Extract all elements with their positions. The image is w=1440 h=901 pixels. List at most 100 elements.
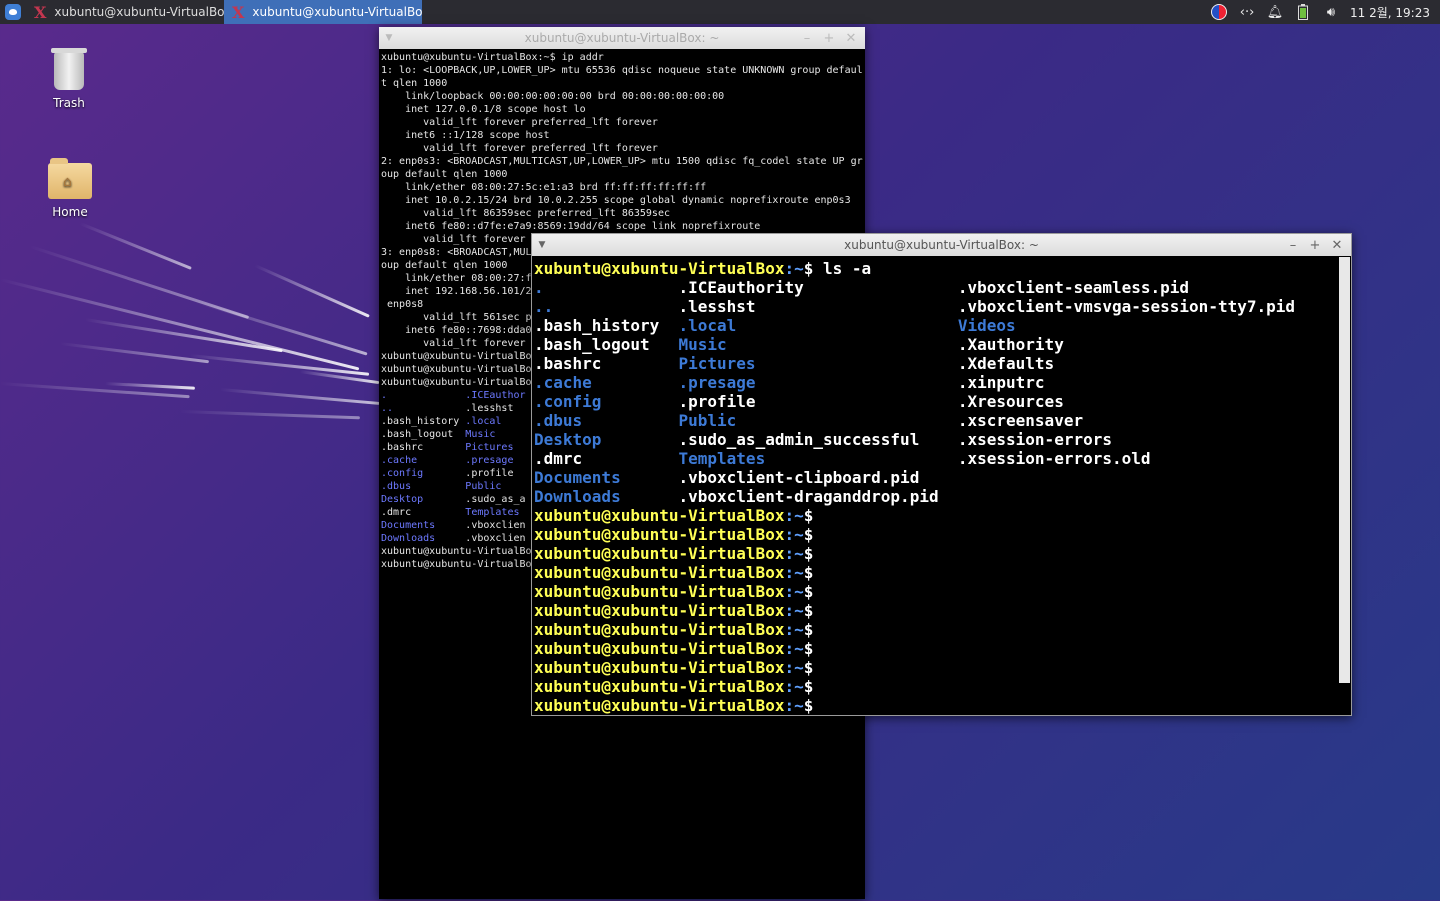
ls-entry: .. <box>534 297 679 316</box>
ls-entry: Downloads <box>381 533 466 544</box>
terminal-line: valid_lft forever preferred_lft forever <box>423 117 658 128</box>
ls-entry: Documents <box>381 520 466 531</box>
prompt-user: xubuntu@xubuntu-VirtualBox <box>534 563 785 582</box>
ls-entry: .bash_history <box>381 416 466 427</box>
ls-entry: .dmrc <box>381 507 466 518</box>
prompt-user: xubuntu@xubuntu-VirtualBox <box>534 658 785 677</box>
network-icon[interactable]: ‹·› <box>1238 3 1256 21</box>
system-tray: ‹·› 🔔︎ 🔊︎ 11 2월, 19:23 <box>1210 3 1440 21</box>
ls-entry: Pictures <box>678 354 958 373</box>
home-folder-icon: ⌂ <box>48 158 92 199</box>
terminal-line: link/ether 08:00:27:f <box>405 273 532 284</box>
ls-entry: .Xresources <box>957 392 1064 411</box>
terminal-output[interactable]: xubuntu@xubuntu-VirtualBox:~$ ls -a . .I… <box>532 256 1351 718</box>
window-menu-icon[interactable]: ▼ <box>532 240 552 250</box>
ls-entry: .bashrc <box>534 354 679 373</box>
ls-entry: .xsession-errors.old <box>957 449 1151 468</box>
prompt-path: :~ <box>784 639 804 658</box>
prompt-sign: $ <box>803 506 823 525</box>
ls-entry: .vboxclient-seamless.pid <box>957 278 1190 297</box>
close-icon[interactable]: ✕ <box>1329 238 1345 253</box>
terminal-line: inet6 fe80::7698:dda0 <box>405 325 532 336</box>
clock[interactable]: 11 2월, 19:23 <box>1350 4 1430 21</box>
ls-entry: .vboxclient-draganddrop.pid <box>678 487 958 506</box>
terminal-scrollbar[interactable] <box>1339 257 1350 683</box>
terminal-line: inet 192.168.56.101/2 <box>405 286 532 297</box>
ls-entry: .Xdefaults <box>957 354 1055 373</box>
terminal-line: enp0s8 <box>387 299 424 310</box>
prompt-path: :~ <box>784 582 804 601</box>
battery-icon[interactable] <box>1294 3 1312 21</box>
terminal-window-foreground[interactable]: ▼ xubuntu@xubuntu-VirtualBox: ~ – + ✕ xu… <box>531 233 1352 716</box>
close-icon[interactable]: ✕ <box>843 31 859 46</box>
ls-entry: .presage <box>465 455 514 466</box>
prompt-path: :~ <box>784 658 804 677</box>
minimize-icon[interactable]: – <box>1285 238 1301 253</box>
ls-entry: .presage <box>678 373 958 392</box>
ls-entry: .bash_history <box>534 316 679 335</box>
volume-icon[interactable]: 🔊︎ <box>1322 3 1340 21</box>
prompt-sign: $ <box>803 601 823 620</box>
ls-entry: .vboxclient-clipboard.pid <box>678 468 958 487</box>
prompt-user: xubuntu@xubuntu-VirtualBox <box>534 639 785 658</box>
terminal-line: 3: enp0s8: <BROADCAST,MUL <box>381 247 532 258</box>
terminal-line: xubuntu@xubuntu-VirtualBo <box>381 546 532 557</box>
terminal-line: oup default qlen 1000 <box>381 260 508 271</box>
ls-entry: .vboxclien <box>465 533 526 544</box>
window-titlebar[interactable]: ▼ xubuntu@xubuntu-VirtualBox: ~ – + ✕ <box>532 234 1351 256</box>
terminal-line: inet 10.0.2.15/24 brd 10.0.2.255 scope g… <box>405 195 851 206</box>
terminal-line: xubuntu@xubuntu-VirtualBo <box>381 364 532 375</box>
notification-bell-icon[interactable]: 🔔︎ <box>1266 3 1284 21</box>
prompt-path: :~ <box>784 620 804 639</box>
ls-entry: .ICEauthority <box>678 278 958 297</box>
terminal-line: xubuntu@xubuntu-VirtualBo <box>381 351 532 362</box>
whisker-menu-button[interactable] <box>0 0 26 24</box>
maximize-icon[interactable]: + <box>1307 238 1323 253</box>
desktop-icon-home[interactable]: ⌂ Home <box>30 158 110 219</box>
ls-entry: Public <box>465 481 502 492</box>
ls-entry: .vboxclien <box>465 520 526 531</box>
prompt-sign: $ <box>803 582 823 601</box>
ls-entry: .xsession-errors <box>957 430 1112 449</box>
ls-entry: Videos <box>957 316 1016 335</box>
ls-entry: Desktop <box>534 430 679 449</box>
ls-entry: .local <box>678 316 958 335</box>
terminal-app-icon: X <box>34 2 47 22</box>
taskbar-button-terminal-2[interactable]: X xubuntu@xubuntu-VirtualBo... <box>224 0 422 24</box>
window-menu-icon[interactable]: ▼ <box>379 33 399 43</box>
ls-entry: .dbus <box>381 481 466 492</box>
ls-entry: .lesshst <box>678 297 958 316</box>
ls-entry: .cache <box>381 455 466 466</box>
maximize-icon[interactable]: + <box>821 31 837 46</box>
taskbar-button-terminal-1[interactable]: X xubuntu@xubuntu-VirtualBo... <box>26 0 224 24</box>
ls-entry: .cache <box>534 373 679 392</box>
desktop-icon-label: Home <box>52 205 88 219</box>
prompt-user: xubuntu@xubuntu-VirtualBox <box>534 696 785 715</box>
terminal-line: inet6 fe80::d7fe:e7a9:8569:19dd/64 scope… <box>405 221 761 232</box>
minimize-icon[interactable]: – <box>799 31 815 46</box>
window-titlebar[interactable]: ▼ xubuntu@xubuntu-VirtualBox: ~ – + ✕ <box>379 27 865 49</box>
terminal-line: valid_lft forever preferred_lft forever <box>423 143 658 154</box>
prompt-sign: $ <box>803 525 823 544</box>
xubuntu-mouse-icon <box>5 4 21 20</box>
ls-entry: .bash_logout <box>381 429 466 440</box>
ls-entry: .sudo_as_admin_successful <box>678 430 958 449</box>
ls-entry: .xinputrc <box>957 373 1045 392</box>
ls-entry: .xscreensaver <box>957 411 1084 430</box>
prompt-sign: $ <box>803 639 823 658</box>
prompt-path: :~ <box>784 506 804 525</box>
prompt-path: :~ <box>784 525 804 544</box>
ls-entry: .lesshst <box>465 403 514 414</box>
ls-entry: .vboxclient-vmsvga-session-tty7.pid <box>957 297 1296 316</box>
keyboard-layout-icon[interactable] <box>1210 3 1228 21</box>
ls-entry: Templates <box>678 449 958 468</box>
prompt-path: :~ <box>784 601 804 620</box>
desktop-icon-trash[interactable]: Trash <box>29 48 109 110</box>
terminal-line: 1: lo: <LOOPBACK,UP,LOWER_UP> mtu 65536 … <box>381 65 863 76</box>
ls-entry: Desktop <box>381 494 466 505</box>
terminal-line: xubuntu@xubuntu-VirtualBo <box>381 377 532 388</box>
ls-entry: .dmrc <box>534 449 679 468</box>
terminal-line: 2: enp0s3: <BROADCAST,MULTICAST,UP,LOWER… <box>381 156 863 167</box>
ls-entry: Downloads <box>534 487 679 506</box>
prompt-sign: $ <box>803 620 823 639</box>
